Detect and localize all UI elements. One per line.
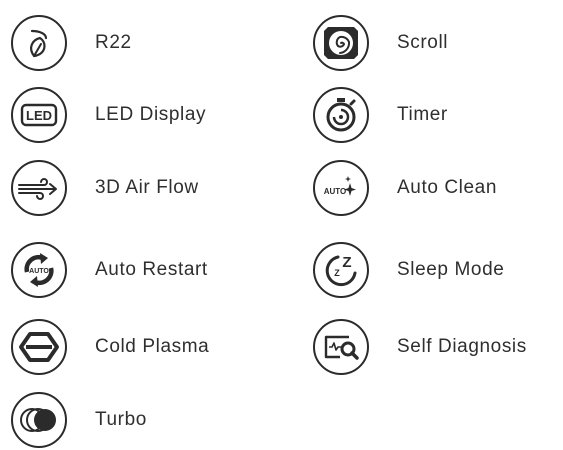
feature-label-r22: R22 bbox=[95, 32, 132, 53]
feature-label-auto-restart: Auto Restart bbox=[95, 259, 208, 280]
auto-restart-icon-text: AUTO bbox=[29, 268, 49, 275]
sleep-icon-text: Z bbox=[342, 254, 351, 271]
feature-label-led-display: LED Display bbox=[95, 104, 207, 125]
scroll-icon bbox=[312, 14, 370, 72]
auto-clean-icon-text: AUTO bbox=[324, 187, 347, 196]
feature-self-diagnosis: Self Diagnosis bbox=[312, 317, 527, 377]
feature-r22: R22 bbox=[10, 13, 132, 73]
feature-label-sleep-mode: Sleep Mode bbox=[397, 259, 505, 280]
sleep-icon: Z Z bbox=[312, 241, 370, 299]
feature-timer: Timer bbox=[312, 85, 448, 145]
sleep-icon-text-small: Z bbox=[334, 268, 340, 278]
turbo-icon bbox=[10, 391, 68, 449]
feature-icon-grid: R22 LED LED Display 3D Air Flow AUTO Aut… bbox=[0, 0, 563, 448]
led-icon: LED bbox=[10, 86, 68, 144]
feature-label-timer: Timer bbox=[397, 104, 448, 125]
feature-auto-clean: AUTO Auto Clean bbox=[312, 158, 497, 218]
feature-sleep-mode: Z Z Sleep Mode bbox=[312, 240, 504, 300]
leaf-icon bbox=[10, 14, 68, 72]
diagnosis-icon bbox=[312, 318, 370, 376]
feature-label-scroll: Scroll bbox=[397, 32, 449, 53]
feature-label-self-diagnosis: Self Diagnosis bbox=[397, 336, 527, 357]
feature-label-auto-clean: Auto Clean bbox=[397, 177, 498, 198]
feature-turbo: Turbo bbox=[10, 390, 147, 450]
stopwatch-icon bbox=[312, 86, 370, 144]
led-icon-text: LED bbox=[26, 108, 52, 123]
feature-scroll: Scroll bbox=[312, 13, 448, 73]
feature-3d-air-flow: 3D Air Flow bbox=[10, 158, 199, 218]
hexagon-icon bbox=[10, 318, 68, 376]
feature-led-display: LED LED Display bbox=[10, 85, 206, 145]
wind-icon bbox=[10, 159, 68, 217]
feature-label-turbo: Turbo bbox=[95, 409, 147, 430]
feature-cold-plasma: Cold Plasma bbox=[10, 317, 209, 377]
auto-restart-icon: AUTO bbox=[10, 241, 68, 299]
feature-label-cold-plasma: Cold Plasma bbox=[95, 336, 210, 357]
feature-label-3d-air-flow: 3D Air Flow bbox=[95, 177, 199, 198]
auto-clean-icon: AUTO bbox=[312, 159, 370, 217]
feature-auto-restart: AUTO Auto Restart bbox=[10, 240, 208, 300]
